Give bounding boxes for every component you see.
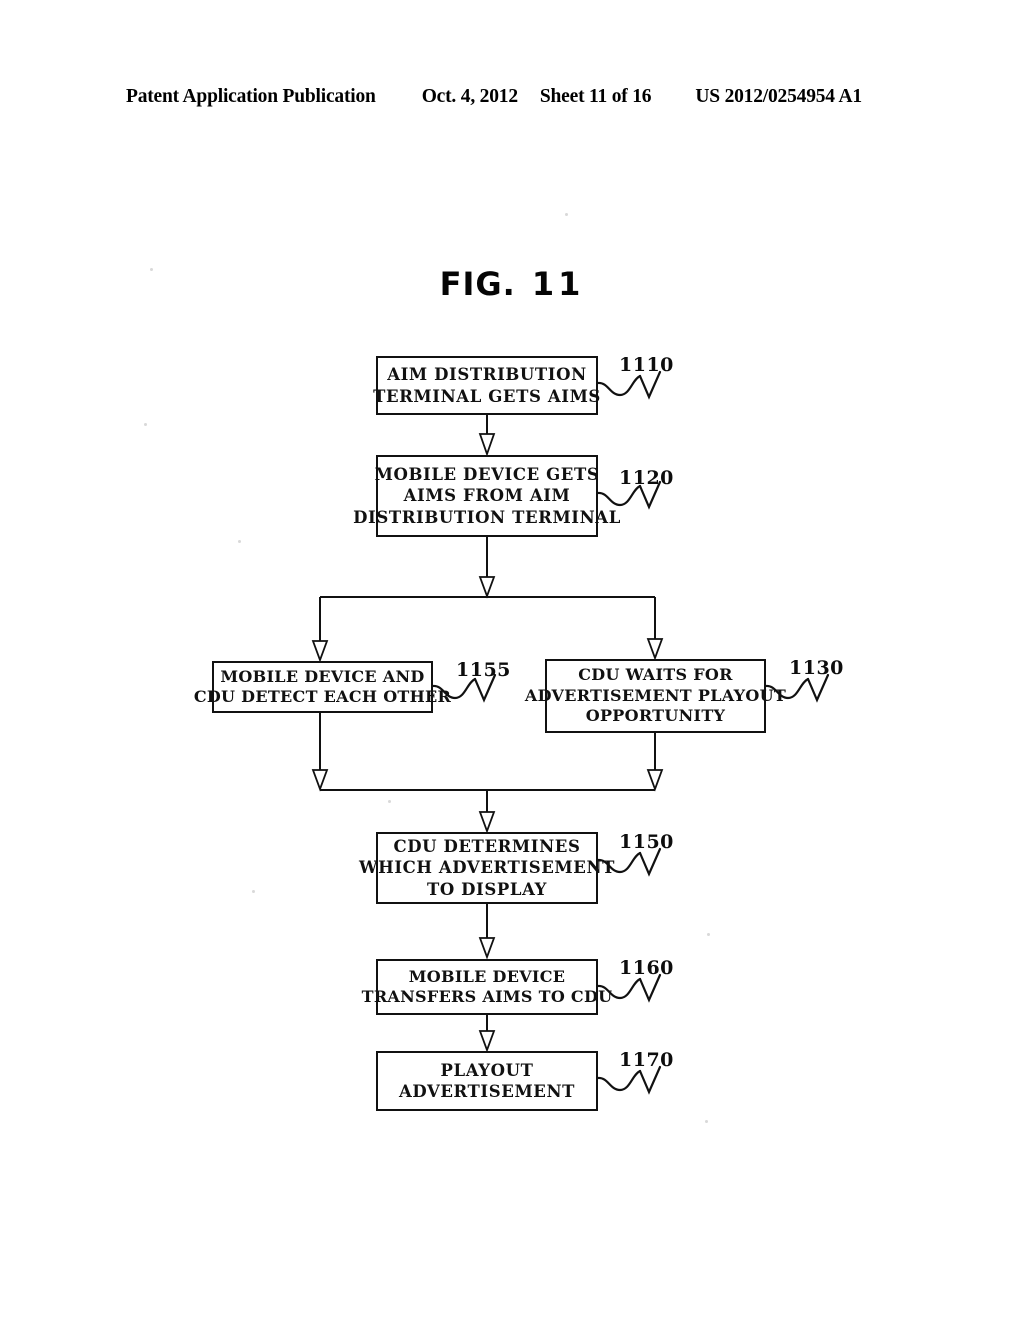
process-box-1130-line-2: ADVERTISEMENT PLAYOUT — [524, 685, 787, 705]
process-box-1155-line-1: MOBILE DEVICE AND — [220, 666, 425, 686]
arrowhead-1155-into-merge-bus — [311, 769, 329, 792]
process-box-1120[interactable]: MOBILE DEVICE GETS AIMS FROM AIM DISTRIB… — [353, 455, 620, 537]
scan-speckle — [388, 800, 391, 803]
process-box-1150-line-1: CDU DETERMINES — [393, 837, 581, 857]
scan-speckle — [144, 423, 147, 426]
flowchart: AIM DISTRIBUTION TERMINAL GETS AIMS MOBI… — [0, 0, 1024, 1320]
leader-1170 — [596, 1069, 642, 1092]
process-box-1155-line-2: CDU DETECT EACH OTHER — [193, 687, 452, 706]
process-box-1160-line-2: TRANSFERS AIMS TO CDU — [361, 987, 613, 1006]
arrowhead-into-1150 — [478, 811, 496, 834]
arrowhead-into-1160 — [478, 937, 496, 960]
arrowhead-into-1130 — [646, 638, 664, 661]
process-box-1170-line-1: PLAYOUT — [440, 1060, 534, 1080]
connector-layer — [311, 370, 830, 1095]
process-box-1110-line-1: AIM DISTRIBUTION — [387, 365, 587, 385]
arrowhead-into-1120 — [478, 433, 496, 457]
process-box-1160[interactable]: MOBILE DEVICE TRANSFERS AIMS TO CDU — [362, 959, 612, 1015]
scan-speckle — [238, 540, 241, 543]
process-box-1160-line-1: MOBILE DEVICE — [408, 966, 566, 986]
reference-numeral-1120: 1120 — [619, 467, 674, 489]
reference-numeral-1155: 1155 — [456, 659, 511, 681]
process-box-1170-line-2: ADVERTISEMENT — [398, 1082, 576, 1101]
process-box-1130[interactable]: CDU WAITS FOR ADVERTISEMENT PLAYOUT OPPO… — [525, 659, 786, 733]
arrowhead-into-branch-bus — [478, 576, 496, 599]
arrowhead-into-1155 — [311, 640, 329, 663]
process-box-1110-line-2: TERMINAL GETS AIMS — [373, 386, 601, 406]
process-box-1150-line-3: TO DISPLAY — [426, 879, 548, 899]
scan-speckle — [252, 890, 255, 893]
process-box-1120-line-2: AIMS FROM AIM — [403, 486, 571, 506]
reference-numeral-1150: 1150 — [619, 831, 674, 853]
process-box-1120-line-3: DISTRIBUTION TERMINAL — [353, 507, 621, 527]
process-box-1130-line-1: CDU WAITS FOR — [578, 665, 733, 685]
process-box-1150[interactable]: CDU DETERMINES WHICH ADVERTISEMENT TO DI… — [359, 832, 614, 904]
patent-page: Patent Application Publication Oct. 4, 2… — [0, 0, 1024, 1320]
process-box-1120-line-1: MOBILE DEVICE GETS — [374, 465, 600, 485]
scan-speckle — [707, 933, 710, 936]
process-box-1110[interactable]: AIM DISTRIBUTION TERMINAL GETS AIMS — [373, 356, 601, 415]
scan-speckle — [705, 1120, 708, 1123]
arrowhead-into-1170 — [478, 1030, 496, 1053]
reference-numeral-1130: 1130 — [789, 657, 844, 679]
arrowhead-1130-into-merge-bus — [646, 769, 664, 792]
reference-numeral-1170: 1170 — [619, 1049, 674, 1071]
process-box-1170[interactable]: PLAYOUT ADVERTISEMENT — [376, 1051, 598, 1111]
leader-1110 — [596, 374, 642, 397]
scan-speckle — [565, 213, 568, 216]
process-box-1150-line-2: WHICH ADVERTISEMENT — [359, 858, 616, 878]
reference-numeral-1110: 1110 — [619, 354, 674, 376]
process-box-1155[interactable]: MOBILE DEVICE AND CDU DETECT EACH OTHER — [194, 661, 451, 713]
scan-speckle — [150, 268, 153, 271]
process-box-1130-line-3: OPPORTUNITY — [585, 706, 726, 726]
reference-numeral-1160: 1160 — [619, 957, 674, 979]
